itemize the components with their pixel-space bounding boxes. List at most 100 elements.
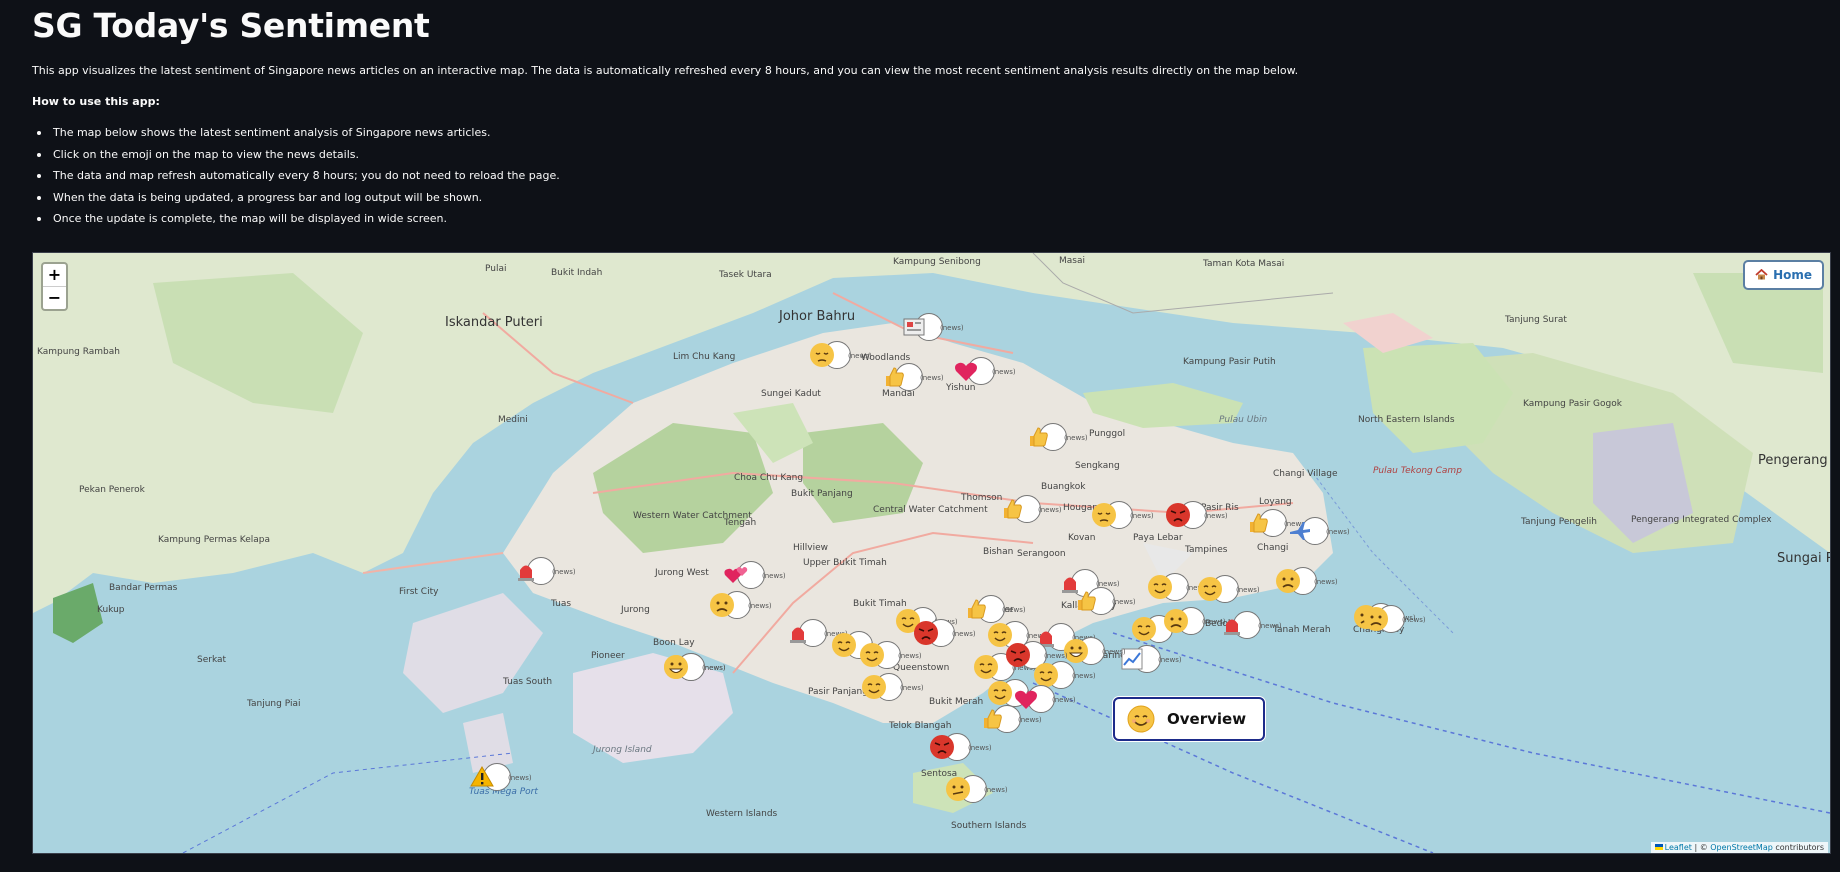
place-label: Jurong <box>621 605 650 615</box>
pensive-face-icon <box>810 343 834 367</box>
frowning-face-icon <box>1276 569 1300 593</box>
thumbs-up-icon <box>984 709 1002 729</box>
thumbs-up-icon <box>968 599 986 619</box>
news-marker[interactable]: (news) <box>1219 609 1282 643</box>
smiling-face-icon <box>862 675 886 699</box>
news-marker[interactable]: (news) <box>1275 565 1338 599</box>
marker-badge: (news) <box>940 324 964 332</box>
osm-link[interactable]: OpenStreetMap <box>1710 843 1773 852</box>
marker-badge: (news) <box>1158 656 1182 664</box>
news-marker[interactable]: (news) <box>1287 515 1350 549</box>
marker-badge: (news) <box>1314 578 1338 586</box>
place-label: Boon Lay <box>653 638 695 648</box>
marker-badge: (news) <box>1038 506 1062 514</box>
place-label: Sungei Kadut <box>761 389 821 399</box>
marker-badge: (news) <box>1064 434 1088 442</box>
siren-icon <box>518 565 534 581</box>
place-label: Changi Village <box>1273 469 1338 479</box>
news-marker[interactable]: (news) <box>1197 573 1260 607</box>
howto-step: The map below shows the latest sentiment… <box>32 125 560 147</box>
news-marker[interactable]: (news) <box>953 355 1016 389</box>
place-label: Johor Bahru <box>779 309 856 324</box>
news-marker[interactable]: (news) <box>861 671 924 705</box>
marker-badge: (news) <box>762 572 786 580</box>
marker-badge: (news) <box>898 652 922 660</box>
thumbs-up-icon <box>886 367 904 387</box>
map-attribution: Leaflet | © OpenStreetMap contributors <box>1650 842 1828 853</box>
leaflet-flag-icon <box>1654 844 1663 850</box>
marker-badge: (news) <box>508 774 532 782</box>
place-label: Tampines <box>1185 545 1228 555</box>
place-label: Pulau Tekong Camp <box>1373 466 1462 476</box>
home-label: Home <box>1773 268 1812 282</box>
place-label: Tanjung Surat <box>1505 315 1567 325</box>
confused-face-icon <box>946 777 970 801</box>
marker-badge: (news) <box>702 664 726 672</box>
news-marker[interactable]: (news) <box>859 639 922 673</box>
place-label: Pekan Penerok <box>79 485 145 495</box>
news-marker[interactable]: (news) <box>469 761 532 795</box>
marker-badge: (news) <box>1102 648 1126 656</box>
place-label: Bukit Panjang <box>791 489 853 499</box>
zoom-in-button[interactable]: + <box>43 264 66 287</box>
news-marker[interactable]: (news) <box>1363 603 1426 637</box>
place-label: Southern Islands <box>951 821 1027 831</box>
news-marker[interactable]: (news) <box>709 589 772 623</box>
siren-icon <box>1224 619 1240 635</box>
overview-button[interactable]: Overview <box>1113 697 1265 741</box>
howto-heading: How to use this app: <box>32 95 160 108</box>
zoom-control: + − <box>41 262 68 311</box>
marker-badge: (news) <box>1204 512 1228 520</box>
home-button[interactable]: Home <box>1743 260 1824 290</box>
place-label: Loyang <box>1259 497 1292 507</box>
marker-badge: (news) <box>848 352 872 360</box>
marker-badge: (news) <box>968 744 992 752</box>
marker-badge: (news) <box>992 368 1016 376</box>
zoom-out-button[interactable]: − <box>43 287 66 309</box>
news-marker[interactable]: (news) <box>1163 605 1226 639</box>
place-label: Upper Bukit Timah <box>803 558 887 568</box>
place-label: Kampung Permas Kelapa <box>158 535 270 545</box>
place-label: Punggol <box>1089 429 1126 439</box>
news-marker[interactable]: (news) <box>945 773 1008 807</box>
marker-badge: (news) <box>984 786 1008 794</box>
news-marker[interactable]: (news) <box>881 361 944 395</box>
place-label: Tuas <box>551 599 572 609</box>
place-label: Kampung Rambah <box>37 347 120 357</box>
news-marker[interactable]: (news) <box>1025 421 1088 455</box>
news-marker[interactable]: (news) <box>999 493 1062 527</box>
place-label: Tasek Utara <box>719 270 772 280</box>
news-marker[interactable]: (news) <box>723 559 786 593</box>
place-label: Medini <box>498 415 528 425</box>
news-marker[interactable]: (news) <box>929 731 992 765</box>
place-label: Pioneer <box>591 651 625 661</box>
place-label: Bishan <box>983 547 1014 557</box>
place-label: First City <box>399 587 439 597</box>
angry-face-icon <box>1166 503 1190 527</box>
page-title: SG Today's Sentiment <box>32 6 430 45</box>
news-marker[interactable]: (news) <box>663 651 726 685</box>
news-marker[interactable]: (news) <box>1073 585 1136 619</box>
news-marker[interactable]: (news) <box>901 311 964 345</box>
place-label: Serangoon <box>1017 549 1066 559</box>
marker-badge: (news) <box>920 374 944 382</box>
angry-face-icon <box>1006 643 1030 667</box>
place-label: Changi <box>1257 543 1289 553</box>
news-marker[interactable]: (news) <box>809 339 872 373</box>
place-label: Buangkok <box>1041 482 1086 492</box>
place-label: Jurong Island <box>593 745 652 755</box>
thumbs-up-icon <box>1004 499 1022 519</box>
place-label: Central Water Catchment <box>873 505 988 515</box>
place-label: Tengah <box>724 518 757 528</box>
pensive-face-icon <box>1092 503 1116 527</box>
place-label: Telok Blangah <box>889 721 952 731</box>
news-marker[interactable]: (news) <box>1119 643 1182 677</box>
leaflet-link[interactable]: Leaflet <box>1665 843 1692 852</box>
smiling-face-icon <box>1198 577 1222 601</box>
sentiment-map[interactable]: Pulai Bukit Indah Tasek Utara Kampung Se… <box>32 252 1831 854</box>
news-marker[interactable]: (news) <box>1165 499 1228 533</box>
news-marker[interactable]: (news) <box>1091 499 1154 533</box>
overview-label: Overview <box>1167 710 1247 728</box>
place-label: Pasir Panjang <box>808 687 868 697</box>
news-marker[interactable]: (news) <box>513 555 576 589</box>
